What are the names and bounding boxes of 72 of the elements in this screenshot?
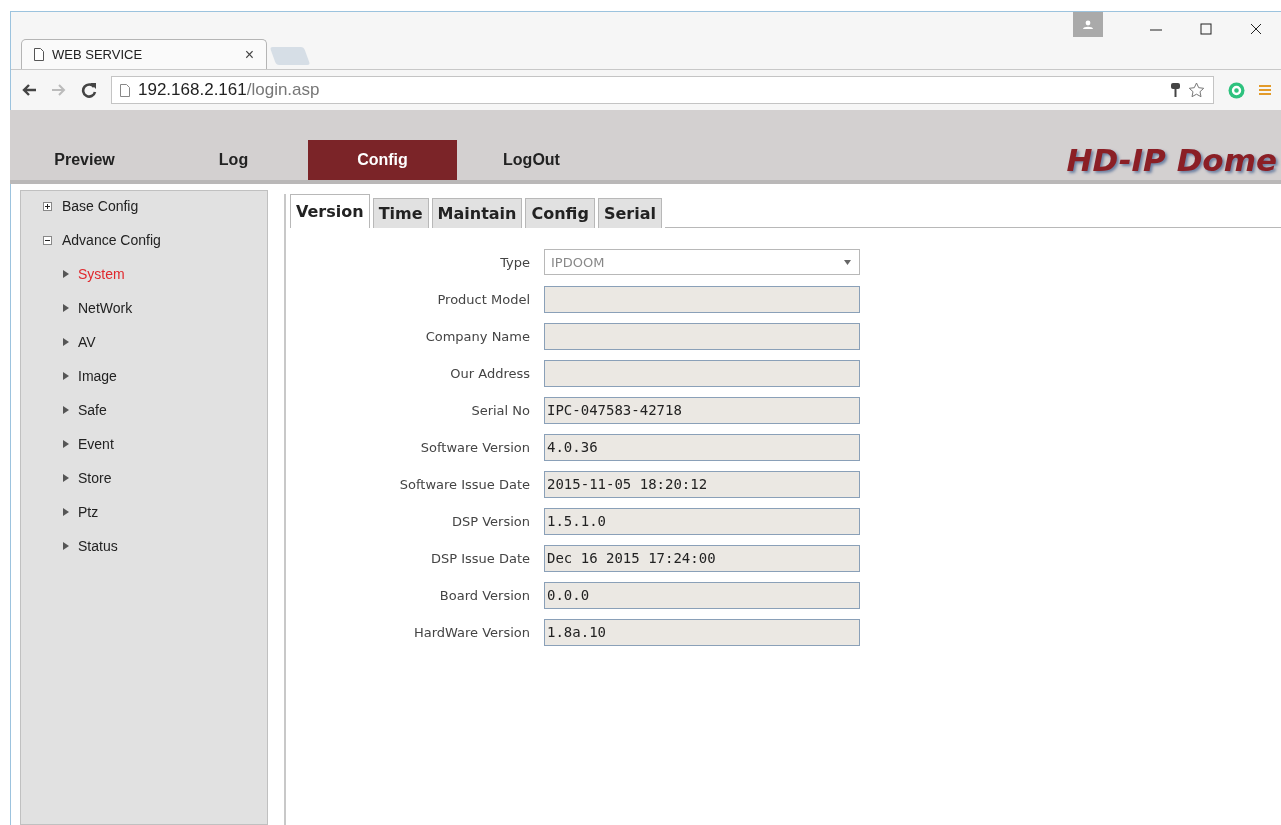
expander-icon[interactable] — [43, 235, 52, 245]
tree-item[interactable]: Image — [78, 368, 117, 384]
tree-item[interactable]: Status — [78, 538, 118, 554]
key-icon[interactable] — [1171, 83, 1180, 97]
reload-icon[interactable] — [81, 82, 97, 98]
triangle-icon — [63, 508, 69, 516]
nav-tab[interactable]: Config — [308, 140, 457, 180]
star-icon[interactable] — [1188, 82, 1205, 98]
input-field[interactable] — [544, 285, 860, 313]
maximize-icon[interactable] — [1199, 22, 1213, 36]
expander-icon[interactable] — [43, 201, 52, 211]
triangle-icon — [63, 406, 69, 414]
input-field[interactable]: 4.0.36 — [544, 433, 860, 461]
tree-item[interactable]: Store — [78, 470, 112, 486]
extension-icon[interactable] — [1228, 81, 1245, 99]
tab[interactable]: Serial — [597, 198, 662, 228]
input-field[interactable] — [544, 359, 860, 387]
tree-item[interactable]: Safe — [78, 402, 107, 418]
field-label: DSP Issue Date — [429, 550, 531, 566]
type-dropdown[interactable]: IPDOOM — [544, 249, 860, 275]
field-label: Product Model — [436, 291, 531, 307]
field-label: DSP Version — [450, 513, 531, 529]
url-text: 192.168.2.161/login.asp — [138, 80, 320, 100]
triangle-icon — [63, 542, 69, 550]
address-bar[interactable]: 192.168.2.161/login.asp — [111, 76, 1214, 104]
field-label: Serial No — [470, 402, 531, 418]
tree-item[interactable]: NetWork — [78, 300, 133, 316]
browser-tab[interactable]: WEB SERVICE × — [21, 39, 267, 69]
triangle-icon — [63, 270, 69, 278]
tree-item[interactable]: Base Config — [62, 198, 139, 214]
input-field[interactable]: IPC-047583-42718 — [544, 396, 860, 424]
tab[interactable]: Config — [525, 198, 595, 228]
input-field[interactable]: 1.5.1.0 — [544, 507, 860, 535]
logo-text: HD-IP Dome — [1066, 142, 1278, 178]
input-field[interactable]: 1.8a.10 — [544, 618, 860, 646]
page-icon — [34, 48, 44, 61]
triangle-icon — [63, 304, 69, 312]
close-icon[interactable] — [1249, 22, 1263, 36]
input-field[interactable]: 0.0.0 — [544, 581, 860, 609]
triangle-icon — [63, 338, 69, 346]
tree-item[interactable]: Ptz — [78, 504, 99, 520]
tab[interactable]: Time — [372, 198, 429, 228]
triangle-icon — [63, 372, 69, 380]
triangle-icon — [63, 474, 69, 482]
field-label: Type — [499, 254, 531, 270]
tab[interactable]: Version — [290, 194, 370, 228]
menu-icon[interactable] — [1259, 83, 1271, 97]
triangle-icon — [63, 440, 69, 448]
tree-item[interactable]: Advance Config — [62, 232, 161, 248]
input-field[interactable] — [544, 322, 860, 350]
field-label: HardWare Version — [412, 624, 531, 640]
field-label: Software Version — [419, 439, 531, 455]
field-label: Software Issue Date — [398, 476, 531, 492]
nav-tab[interactable]: Log — [159, 140, 308, 180]
page-icon — [120, 83, 130, 97]
input-field[interactable]: Dec 16 2015 17:24:00 — [544, 544, 860, 572]
tab-title: WEB SERVICE — [52, 47, 144, 62]
input-field[interactable]: 2015-11-05 18:20:12 — [544, 470, 860, 498]
forward-icon[interactable] — [51, 83, 67, 97]
back-icon[interactable] — [21, 83, 37, 97]
dropdown-arrow-icon — [844, 259, 851, 265]
close-tab-button[interactable]: × — [244, 45, 254, 64]
field-label: Our Address — [449, 365, 531, 381]
tree-item[interactable]: AV — [78, 334, 96, 350]
nav-tab[interactable]: LogOut — [457, 140, 606, 180]
field-label: Company Name — [424, 328, 531, 344]
tree-item[interactable]: Event — [78, 436, 114, 452]
tree-item[interactable]: System — [78, 266, 125, 282]
tab[interactable]: Maintain — [431, 198, 523, 228]
nav-tab[interactable]: Preview — [10, 140, 159, 180]
field-label: Board Version — [438, 587, 531, 603]
profile-icon[interactable] — [1073, 12, 1103, 37]
